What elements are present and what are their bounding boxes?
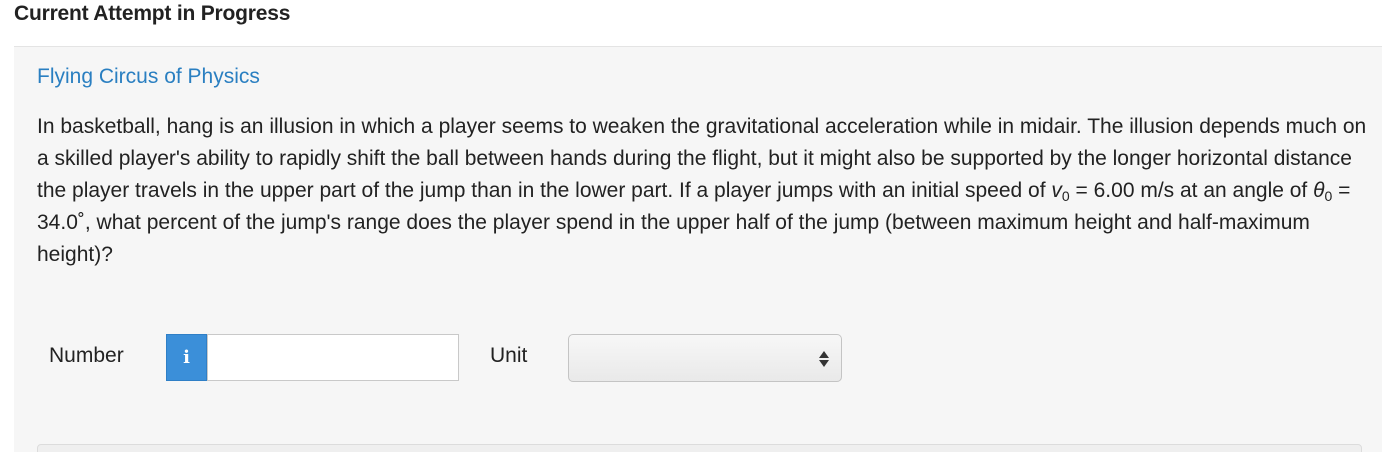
number-input[interactable] [207, 334, 459, 381]
velocity-value: = 6.00 m/s at an angle of [1069, 179, 1314, 202]
problem-text: In basketball, hang is an illusion in wh… [37, 111, 1367, 271]
info-icon: i [183, 347, 190, 368]
page: Current Attempt in Progress Flying Circu… [0, 0, 1386, 452]
info-button[interactable]: i [166, 334, 207, 381]
theta-symbol: θ [1313, 179, 1325, 202]
velocity-symbol: v [1051, 179, 1062, 202]
number-label: Number [49, 344, 124, 367]
unit-label: Unit [490, 344, 528, 367]
up-down-arrows-icon [819, 349, 829, 369]
unit-select[interactable] [568, 334, 842, 382]
velocity-subscript: 0 [1061, 188, 1070, 204]
feedback-panel [37, 444, 1362, 452]
page-title: Current Attempt in Progress [14, 2, 291, 25]
problem-source-title: Flying Circus of Physics [37, 65, 260, 88]
